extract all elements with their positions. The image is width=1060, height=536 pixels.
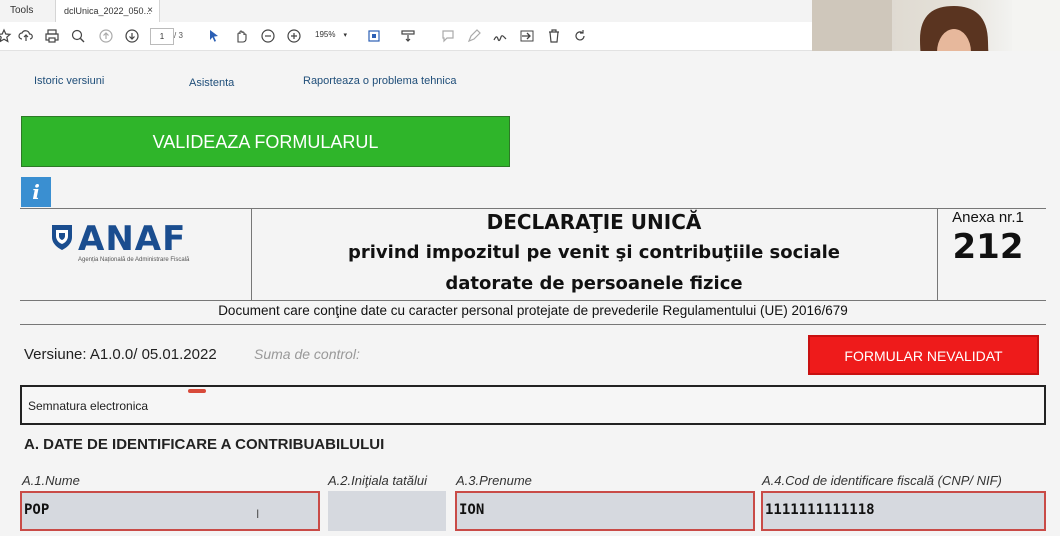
delete-icon[interactable] bbox=[546, 28, 562, 44]
upload-icon[interactable] bbox=[18, 28, 34, 44]
comment-icon[interactable] bbox=[440, 28, 456, 44]
form-title-line1: DECLARAŢIE UNICĂ bbox=[486, 210, 702, 234]
anaf-logo: ANAF Agenția Națională de Administrare F… bbox=[50, 219, 210, 266]
pdf-toolbar: 1 / 3 195% ▾ bbox=[0, 22, 812, 51]
tab-document[interactable]: dclUnica_2022_050... × bbox=[55, 0, 160, 22]
tab-tools[interactable]: Tools bbox=[10, 5, 33, 16]
page-total: / 3 bbox=[174, 31, 183, 40]
electronic-signature-field[interactable]: Semnatura electronica bbox=[20, 385, 1046, 425]
page-down-icon[interactable] bbox=[124, 28, 140, 44]
page-up-icon[interactable] bbox=[98, 28, 114, 44]
signature-marker-icon bbox=[188, 389, 206, 393]
form-version: Versiune: A1.0.0/ 05.01.2022 bbox=[24, 346, 217, 363]
annex-number: 212 bbox=[952, 227, 1024, 267]
cnp-label: A.4.Cod de identificare fiscală (CNP/ NI… bbox=[762, 473, 1002, 488]
page-number-input[interactable]: 1 bbox=[150, 28, 174, 45]
form-title-line2: privind impozitul pe venit şi contribuţi… bbox=[347, 242, 841, 263]
validate-form-button[interactable]: VALIDEAZA FORMULARUL bbox=[21, 116, 510, 167]
father-initial-input[interactable] bbox=[328, 491, 446, 531]
sign-icon[interactable] bbox=[492, 28, 508, 44]
tab-bar: Tools dclUnica_2022_050... × bbox=[0, 0, 812, 23]
print-icon[interactable] bbox=[44, 28, 60, 44]
close-tab-icon[interactable]: × bbox=[147, 0, 153, 22]
header-divider-right bbox=[937, 208, 938, 301]
share-icon[interactable] bbox=[519, 28, 535, 44]
annex-label: Anexa nr.1 bbox=[952, 209, 1024, 226]
hand-icon[interactable] bbox=[233, 28, 249, 44]
zoom-in-icon[interactable] bbox=[286, 28, 302, 44]
signature-label: Semnatura electronica bbox=[28, 399, 149, 413]
section-a-title: A. DATE DE IDENTIFICARE A CONTRIBUABILUL… bbox=[24, 436, 385, 453]
father-initial-label: A.2.Iniţiala tatălui bbox=[328, 473, 428, 488]
fit-page-icon[interactable] bbox=[366, 28, 382, 44]
anaf-shield-icon bbox=[52, 225, 72, 250]
first-name-input[interactable]: ION bbox=[455, 491, 755, 531]
pen-icon[interactable] bbox=[466, 28, 482, 44]
form-title-line3: datorate de persoanele fizice bbox=[445, 273, 743, 294]
zoom-value: 195% bbox=[315, 30, 336, 39]
info-icon[interactable]: i bbox=[21, 177, 51, 207]
anaf-logo-text: ANAF bbox=[78, 219, 187, 259]
anaf-logo-subtitle: Agenția Națională de Administrare Fiscal… bbox=[78, 257, 190, 263]
zoom-select[interactable]: 195% ▾ bbox=[315, 30, 347, 39]
cnp-input[interactable]: 1111111111118 bbox=[761, 491, 1046, 531]
report-problem-link[interactable]: Raporteaza o problema tehnica bbox=[303, 75, 456, 87]
text-cursor-icon: I bbox=[256, 507, 260, 521]
scroll-icon[interactable] bbox=[400, 28, 416, 44]
checksum-label: Suma de control: bbox=[254, 346, 360, 362]
first-name-label: A.3.Prenume bbox=[456, 473, 532, 488]
zoom-out-search-icon[interactable] bbox=[70, 28, 86, 44]
name-input[interactable]: POP bbox=[20, 491, 320, 531]
help-link[interactable]: Asistenta bbox=[189, 77, 234, 89]
chevron-down-icon: ▾ bbox=[343, 32, 347, 39]
form-title: DECLARAŢIE UNICĂ privind impozitul pe ve… bbox=[252, 207, 936, 299]
version-history-link[interactable]: Istoric versiuni bbox=[34, 75, 104, 87]
header-bottom-border bbox=[20, 300, 1046, 301]
select-arrow-icon[interactable] bbox=[206, 28, 222, 44]
zoom-out-icon[interactable] bbox=[260, 28, 276, 44]
document-page: Istoric versiuni Asistenta Raporteaza o … bbox=[0, 51, 1060, 536]
rotate-icon[interactable] bbox=[572, 28, 588, 44]
gdpr-notice: Document care conţine date cu caracter p… bbox=[218, 303, 848, 318]
gdpr-bottom-border bbox=[20, 324, 1046, 325]
tab-document-label: dclUnica_2022_050... bbox=[64, 6, 152, 16]
name-label: A.1.Nume bbox=[22, 473, 80, 488]
star-icon[interactable] bbox=[0, 28, 12, 44]
form-invalid-button[interactable]: FORMULAR NEVALIDAT bbox=[808, 335, 1039, 375]
